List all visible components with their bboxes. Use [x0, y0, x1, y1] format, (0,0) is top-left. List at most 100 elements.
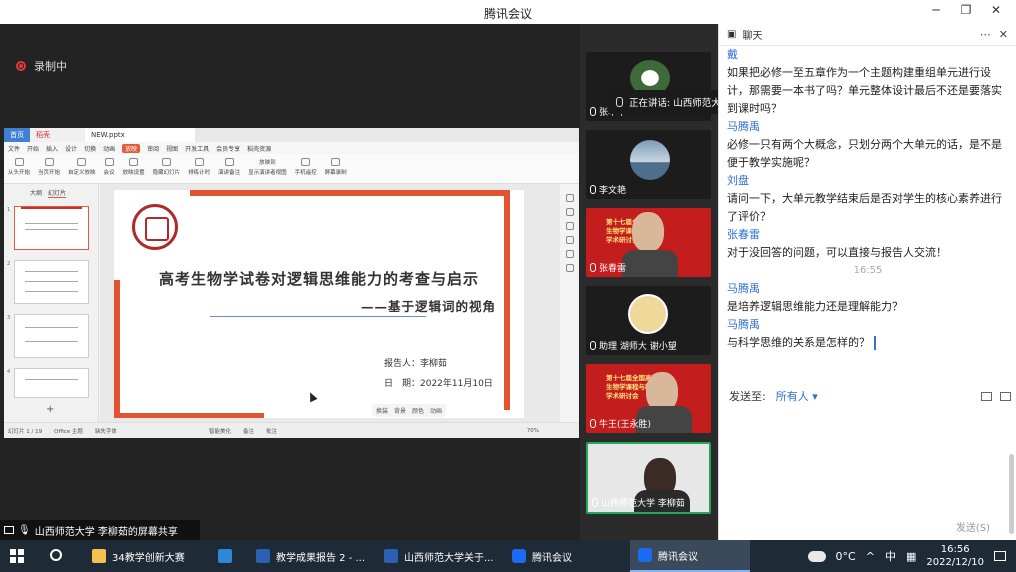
- chat-scrollbar[interactable]: [1009, 454, 1014, 534]
- close-chat-icon[interactable]: ✕: [999, 28, 1008, 41]
- status-beautify[interactable]: 智能美化: [209, 427, 231, 435]
- participant-tile[interactable]: 第十七届全国高校生物学课程与教学论学术研讨会 张春雷: [586, 208, 711, 277]
- restore-icon[interactable]: ❐: [956, 3, 976, 21]
- mini-color[interactable]: 颜色: [412, 406, 424, 415]
- slide-thumbnail[interactable]: 2: [7, 260, 89, 304]
- status-theme: Office 主题: [54, 428, 83, 435]
- slide-thumbnail[interactable]: 4: [7, 368, 89, 398]
- slide-thumbnail[interactable]: 3: [7, 314, 89, 358]
- menu-resources[interactable]: 稻壳资源: [247, 144, 271, 153]
- menu-developer[interactable]: 开发工具: [185, 144, 209, 153]
- tool-icon[interactable]: [566, 194, 574, 202]
- menu-insert[interactable]: 插入: [46, 144, 58, 153]
- taskbar-item-calendar[interactable]: [210, 540, 244, 572]
- avatar: [628, 294, 668, 334]
- ribbon-rehearse[interactable]: 排练计时: [188, 158, 210, 179]
- chat-sender: 张春雷: [727, 228, 760, 241]
- tool-icon[interactable]: [566, 250, 574, 258]
- taskbar-item-folder[interactable]: 34教学创新大赛: [84, 540, 204, 572]
- add-slide-icon[interactable]: +: [46, 404, 54, 415]
- phone-icon: [301, 158, 311, 166]
- ribbon-from-current[interactable]: 当页开始: [38, 158, 60, 179]
- grid-icon[interactable]: ▦: [906, 550, 916, 563]
- wps-tab-home[interactable]: 首页: [4, 128, 30, 142]
- menu-home[interactable]: 开始: [27, 144, 39, 153]
- screenshot-icon[interactable]: [1000, 391, 1011, 401]
- wps-tabs: 首页 稻壳 NEW.pptx: [4, 128, 579, 142]
- mini-animation[interactable]: 动画: [430, 406, 442, 415]
- participant-video: [632, 212, 664, 252]
- ribbon-custom-show[interactable]: 自定义放映: [68, 158, 96, 179]
- calendar-icon: [218, 549, 232, 563]
- ribbon-phone-remote[interactable]: 手机遥控: [295, 158, 317, 179]
- wps-tab-file[interactable]: NEW.pptx: [85, 128, 195, 142]
- participant-tile-speaking[interactable]: 山西师范大学 李柳茹: [586, 442, 711, 514]
- ribbon-show-to[interactable]: 放映到 显示演讲者视图: [248, 158, 287, 179]
- participant-tile[interactable]: 助理 湖师大 谢小望: [586, 286, 711, 355]
- clock[interactable]: 16:56 2022/12/10: [926, 543, 984, 569]
- status-comments[interactable]: 批注: [266, 427, 277, 435]
- tool-icon[interactable]: [566, 236, 574, 244]
- mini-restyle[interactable]: 换装: [376, 406, 388, 415]
- close-icon[interactable]: ✕: [986, 3, 1006, 21]
- mic-icon: 🎙: [18, 524, 31, 536]
- minimize-icon[interactable]: ─: [926, 3, 946, 21]
- taskbar: 34教学创新大赛 教学成果报告 2 - ... 山西师范大学关于... 腾讯会议…: [0, 540, 1016, 572]
- weather-temp[interactable]: 0°C: [836, 550, 856, 563]
- search-icon[interactable]: [50, 549, 62, 561]
- ribbon-from-start[interactable]: 从头开始: [8, 158, 30, 179]
- send-button[interactable]: 发送(S): [956, 519, 990, 534]
- menu-design[interactable]: 设计: [65, 144, 77, 153]
- ribbon-settings[interactable]: 放映设置: [123, 158, 145, 179]
- chat-title: 聊天: [742, 31, 763, 42]
- wps-tab-docer[interactable]: 稻壳: [30, 128, 85, 142]
- ribbon-hide-slide[interactable]: 隐藏幻灯片: [153, 158, 180, 179]
- participant-tile[interactable]: 第十七届全国高校 生物学课程与教学论 学术研讨会 牛王(王永胜): [586, 364, 711, 433]
- menu-animation[interactable]: 动画: [103, 144, 115, 153]
- notification-icon[interactable]: [994, 551, 1006, 561]
- panel-tabs: 大纲 幻灯片: [4, 184, 98, 202]
- menu-slideshow[interactable]: 放映: [122, 143, 141, 153]
- ime-indicator[interactable]: 中: [885, 548, 896, 564]
- taskbar-item-meeting-2[interactable]: 腾讯会议: [630, 540, 750, 572]
- send-to-select[interactable]: 所有人 ▾: [776, 388, 818, 404]
- chat-message: 请问一下，大单元教学结束后是否对学生的核心素养进行了评价？: [727, 192, 1002, 223]
- weather-icon[interactable]: [807, 550, 826, 562]
- menu-vip[interactable]: 会员专享: [216, 144, 240, 153]
- status-notes[interactable]: 备注: [243, 427, 254, 435]
- tab-outline[interactable]: 大纲: [30, 188, 42, 198]
- taskbar-item-word-2[interactable]: 山西师范大学关于...: [376, 540, 500, 572]
- status-missing-font[interactable]: 缺失字体: [95, 427, 117, 435]
- ribbon-screen-record[interactable]: 屏幕录制: [325, 158, 347, 179]
- chevron-up-icon[interactable]: ^: [866, 550, 875, 563]
- ribbon-meeting[interactable]: 会议: [104, 158, 115, 179]
- slide-divider: [210, 316, 426, 317]
- chat-timestamp: 16:55: [853, 265, 883, 276]
- menu-file[interactable]: 文件: [8, 144, 20, 153]
- tool-icon[interactable]: [566, 222, 574, 230]
- tool-icon[interactable]: [566, 208, 574, 216]
- avatar: [630, 140, 670, 180]
- tab-slides[interactable]: 幻灯片: [48, 188, 67, 198]
- menu-review[interactable]: 审阅: [147, 144, 159, 153]
- mic-icon: [592, 498, 598, 507]
- mini-background[interactable]: 背景: [394, 406, 406, 415]
- more-icon[interactable]: ⋯: [980, 28, 991, 41]
- chat-message: 对于没回答的问题，可以直接与报告人交流！: [727, 246, 947, 259]
- participant-tile[interactable]: 李文艳: [586, 130, 711, 199]
- zoom-level[interactable]: 70%: [527, 428, 539, 434]
- chat-panel: ▣ 聊天 ⋯ ✕ 戴 如果把必修一至五章作为一个主题构建重组单元进行设计，那需要…: [718, 24, 1016, 540]
- file-icon[interactable]: [981, 391, 992, 401]
- slide-thumbnail[interactable]: 1: [7, 206, 89, 250]
- windows-start-icon[interactable]: [10, 549, 24, 563]
- slide-reporter: 报告人：李柳茹: [384, 359, 448, 369]
- ribbon-notes[interactable]: 演讲备注: [218, 158, 240, 179]
- menu-transition[interactable]: 切换: [84, 144, 96, 153]
- tool-icon[interactable]: [566, 264, 574, 272]
- recording-indicator[interactable]: 录制中: [16, 58, 67, 74]
- text-caret: [874, 336, 876, 350]
- chat-sender: 戴: [727, 48, 738, 61]
- taskbar-item-word-1[interactable]: 教学成果报告 2 - ...: [248, 540, 372, 572]
- taskbar-item-meeting-1[interactable]: 腾讯会议: [504, 540, 624, 572]
- menu-view[interactable]: 视图: [166, 144, 178, 153]
